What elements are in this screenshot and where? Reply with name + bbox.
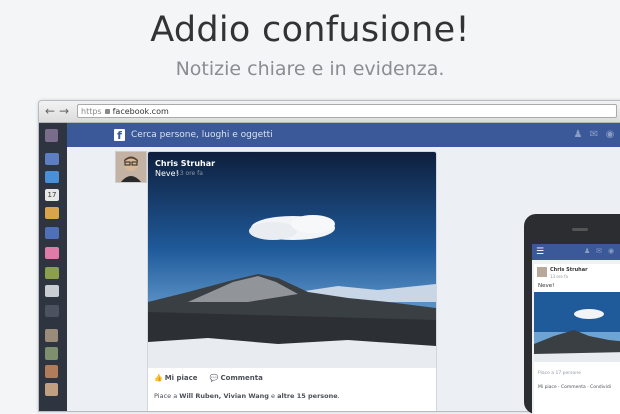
friends-icon[interactable]: ♟ [584,247,590,255]
other-likers-link[interactable]: altre 15 persone [277,392,338,400]
post-timestamp[interactable]: 13 ore fa [176,170,203,177]
post-card: Chris Struhar Neve! 13 ore fa 👍 Mi piace … [147,151,437,411]
notes-icon[interactable] [45,285,59,297]
forward-arrow-icon[interactable]: → [59,104,69,118]
likes-summary: Piace a Will Ruben, Vivian Wang e altre … [154,392,340,400]
menu-icon[interactable]: ☰ [536,246,544,258]
phone-post-actions[interactable]: Mi piace · Commenta · Condividi [538,385,611,390]
phone-timestamp: 13 ore fa [550,274,568,279]
comment-button[interactable]: 💬 Commenta [210,374,263,382]
subheadline: Notizie chiare e in evidenza. [175,58,445,80]
phone-post-photo[interactable] [534,292,620,362]
browser-toolbar: ← → https facebook.com [39,101,620,123]
headline: Addio confusione! [150,10,470,50]
post-author-name[interactable]: Chris Struhar [155,159,215,168]
friend-avatar[interactable] [45,365,58,378]
news-feed-icon[interactable] [45,153,59,165]
post-author-avatar[interactable] [115,151,147,183]
photos-icon[interactable] [45,207,59,219]
like-button[interactable]: 👍 Mi piace [154,374,198,382]
profile-avatar[interactable] [45,129,58,142]
lock-icon [104,109,110,114]
phone-post-text: Neve! [538,283,555,289]
phone-top-bar: ☰ ♟ ✉ ◉ [532,244,620,260]
liker-names-link[interactable]: Will Ruben, Vivian Wang [179,392,269,400]
url-scheme: https [81,107,102,116]
gift-icon[interactable] [45,247,59,259]
facebook-logo-icon[interactable]: f [114,129,125,142]
events-calendar-icon[interactable]: 17 [45,189,59,201]
url-host: facebook.com [112,107,169,116]
comment-icon: 💬 [209,374,219,382]
more-chevron-icon[interactable] [45,305,59,317]
friend-avatar[interactable] [45,347,58,360]
globe-icon[interactable]: ◉ [604,129,616,141]
friend-avatar[interactable] [45,383,58,396]
search-input[interactable]: Cerca persone, luoghi e oggetti [131,128,273,142]
messages-icon[interactable] [45,171,59,183]
games-icon[interactable] [45,267,59,279]
phone-screen: ☰ ♟ ✉ ◉ Chris Struhar 13 ore fa Neve! Pi… [532,244,620,414]
address-bar[interactable]: https facebook.com [77,104,617,118]
friends-icon[interactable]: ♟ [572,129,584,141]
globe-icon[interactable]: ◉ [608,247,614,255]
facebook-top-bar: f Cerca persone, luoghi e oggetti ♟ ✉ ◉ [67,123,620,147]
left-rail: 17 [39,123,67,411]
post-photo[interactable] [148,152,436,368]
phone-likes-summary[interactable]: Piace a 17 persone [538,371,581,376]
phone-speaker [572,228,588,231]
phone-post-card: Chris Struhar 13 ore fa Neve! Piace a 17… [534,264,620,414]
friend-avatar[interactable] [45,329,58,342]
search-icon[interactable] [45,227,59,239]
thumbs-up-icon: 👍 [154,374,163,382]
phone-device: ☰ ♟ ✉ ◉ Chris Struhar 13 ore fa Neve! Pi… [524,214,620,414]
back-arrow-icon[interactable]: ← [45,104,55,118]
messages-icon[interactable]: ✉ [588,129,600,141]
post-actions: 👍 Mi piace 💬 Commenta [154,374,273,382]
messages-icon[interactable]: ✉ [596,247,602,255]
phone-author-avatar[interactable] [537,267,547,277]
phone-author-name[interactable]: Chris Struhar [550,267,588,273]
